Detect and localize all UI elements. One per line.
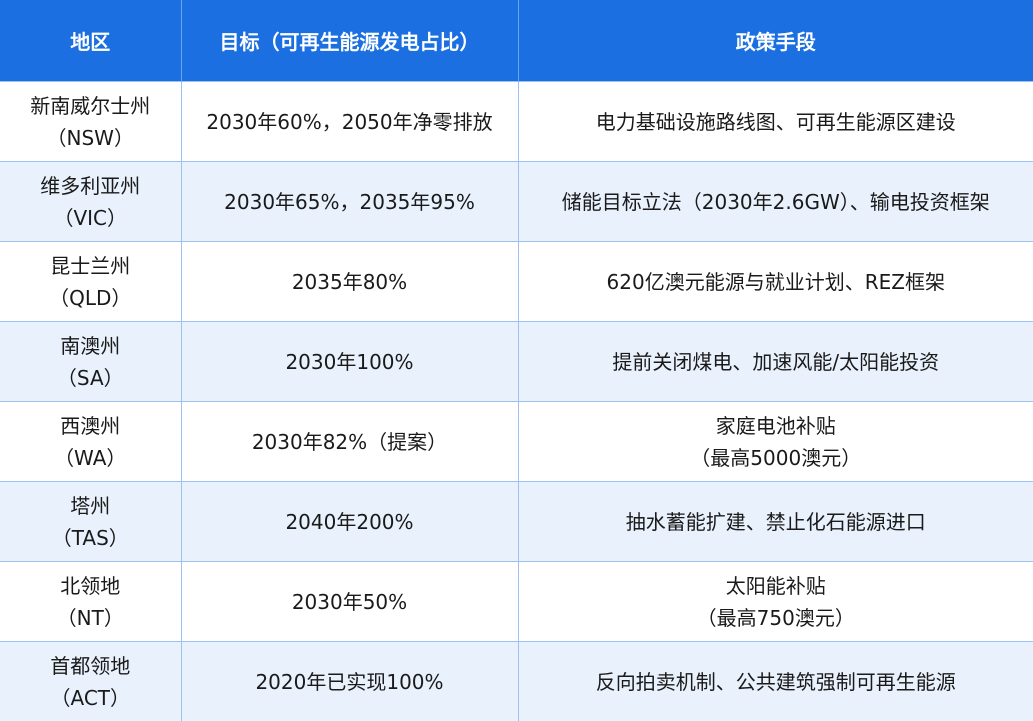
region-cell: 昆士兰州 （QLD） [0, 241, 182, 322]
target-cell: 2030年65%，2035年95% [180, 161, 519, 242]
target-cell: 2035年80% [180, 241, 519, 322]
region-code: （VIC） [53, 205, 128, 230]
policy-text: 提前关闭煤电、加速风能/太阳能投资 [612, 349, 940, 374]
policy-text: 620亿澳元能源与就业计划、REZ框架 [606, 269, 945, 294]
header-region: 地区 [0, 0, 182, 82]
region-code: （TAS） [51, 525, 129, 550]
target-cell: 2030年82%（提案） [180, 401, 519, 482]
header-target: 目标（可再生能源发电占比） [181, 0, 519, 82]
region-code: （NT） [56, 605, 124, 630]
region-cell: 西澳州 （WA） [0, 401, 182, 482]
policy-text: 反向拍卖机制、公共建筑强制可再生能源 [595, 669, 956, 694]
region-code: （QLD） [49, 285, 132, 310]
policy-cell: 电力基础设施路线图、可再生能源区建设 [517, 81, 1033, 162]
region-cell: 新南威尔士州 （NSW） [0, 81, 182, 162]
region-cell: 南澳州 （SA） [0, 321, 182, 402]
region-code: （ACT） [50, 685, 130, 710]
policy-note: （最高750澳元） [696, 605, 855, 630]
policy-cell: 反向拍卖机制、公共建筑强制可再生能源 [517, 641, 1033, 721]
policy-text: 储能目标立法（2030年2.6GW）、输电投资框架 [561, 189, 990, 214]
policy-cell: 提前关闭煤电、加速风能/太阳能投资 [517, 321, 1033, 402]
table-row: 昆士兰州 （QLD） 2035年80% 620亿澳元能源与就业计划、REZ框架 [0, 241, 1033, 322]
region-name: 北领地 [60, 573, 121, 598]
region-name: 新南威尔士州 [30, 93, 151, 118]
region-cell: 北领地 （NT） [0, 561, 182, 642]
region-name: 昆士兰州 [50, 253, 131, 278]
region-cell: 维多利亚州 （VIC） [0, 161, 182, 242]
target-cell: 2030年100% [180, 321, 519, 402]
policy-text: 太阳能补贴 [725, 573, 826, 598]
header-policy: 政策手段 [518, 0, 1033, 82]
region-name: 塔州 [70, 493, 111, 518]
region-name: 南澳州 [60, 333, 121, 358]
header-row: 地区 目标（可再生能源发电占比） 政策手段 [0, 0, 1033, 82]
table-row: 新南威尔士州 （NSW） 2030年60%，2050年净零排放 电力基础设施路线… [0, 81, 1033, 162]
table-header: 地区 目标（可再生能源发电占比） 政策手段 [0, 0, 1033, 82]
table-row: 塔州 （TAS） 2040年200% 抽水蓄能扩建、禁止化石能源进口 [0, 481, 1033, 562]
policy-text: 抽水蓄能扩建、禁止化石能源进口 [625, 509, 926, 534]
policy-cell: 家庭电池补贴 （最高5000澳元） [517, 401, 1033, 482]
policy-cell: 太阳能补贴 （最高750澳元） [517, 561, 1033, 642]
table-row: 南澳州 （SA） 2030年100% 提前关闭煤电、加速风能/太阳能投资 [0, 321, 1033, 402]
policy-text: 家庭电池补贴 [715, 413, 836, 438]
policy-note: （最高5000澳元） [690, 445, 862, 470]
policy-text: 电力基础设施路线图、可再生能源区建设 [595, 109, 956, 134]
target-cell: 2030年50% [180, 561, 519, 642]
table-body: 新南威尔士州 （NSW） 2030年60%，2050年净零排放 电力基础设施路线… [0, 81, 1033, 721]
table-row: 北领地 （NT） 2030年50% 太阳能补贴 （最高750澳元） [0, 561, 1033, 642]
table-row: 首都领地 （ACT） 2020年已实现100% 反向拍卖机制、公共建筑强制可再生… [0, 641, 1033, 721]
policy-cell: 620亿澳元能源与就业计划、REZ框架 [517, 241, 1033, 322]
target-cell: 2030年60%，2050年净零排放 [180, 81, 519, 162]
policy-cell: 抽水蓄能扩建、禁止化石能源进口 [517, 481, 1033, 562]
region-code: （NSW） [46, 125, 134, 150]
region-name: 首都领地 [50, 653, 131, 678]
region-name: 维多利亚州 [40, 173, 141, 198]
region-cell: 首都领地 （ACT） [0, 641, 182, 721]
region-code: （SA） [56, 365, 124, 390]
target-cell: 2040年200% [180, 481, 519, 562]
target-cell: 2020年已实现100% [180, 641, 519, 721]
region-cell: 塔州 （TAS） [0, 481, 182, 562]
table-row: 西澳州 （WA） 2030年82%（提案） 家庭电池补贴 （最高5000澳元） [0, 401, 1033, 482]
region-code: （WA） [54, 445, 127, 470]
table-row: 维多利亚州 （VIC） 2030年65%，2035年95% 储能目标立法（203… [0, 161, 1033, 242]
policy-cell: 储能目标立法（2030年2.6GW）、输电投资框架 [517, 161, 1033, 242]
renewable-policy-table: 地区 目标（可再生能源发电占比） 政策手段 新南威尔士州 （NSW） 2030年… [0, 0, 1033, 721]
region-name: 西澳州 [60, 413, 121, 438]
